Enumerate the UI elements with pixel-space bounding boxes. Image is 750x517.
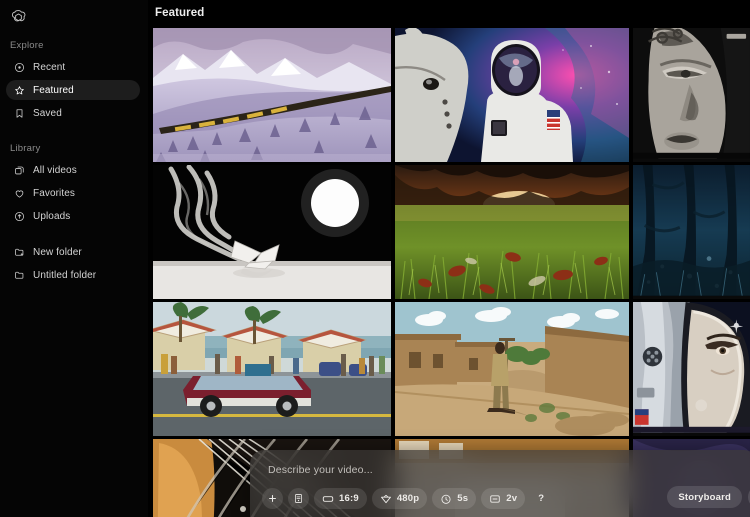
sidebar-item-label: All videos xyxy=(33,164,77,176)
resolution-button[interactable]: 480p xyxy=(371,488,428,509)
page-title: Featured xyxy=(155,7,205,19)
duration-label: 5s xyxy=(457,493,469,504)
sidebar-item-label: Favorites xyxy=(33,187,76,199)
plus-icon xyxy=(267,493,279,505)
clock-recent-icon xyxy=(13,61,25,73)
main-content: Featured Describe your video... 16:9 480… xyxy=(148,0,750,517)
variations-button[interactable]: 2v xyxy=(481,488,526,509)
sidebar-heading-library: Library xyxy=(10,143,41,154)
sidebar-item-label: Saved xyxy=(33,107,62,119)
desert-village-walk-thumbnail xyxy=(395,302,629,436)
stack-videos-icon xyxy=(13,164,25,176)
duration-button[interactable]: 5s xyxy=(432,488,477,509)
video-tile-paper-crane-smoke[interactable] xyxy=(153,165,391,299)
sidebar-item-new-folder[interactable]: New folder xyxy=(6,242,140,262)
sidebar-item-untitled-folder[interactable]: Untitled folder xyxy=(6,265,140,285)
astronaut-portrait-thumbnail xyxy=(633,302,750,433)
astronaut-horse-thumbnail xyxy=(395,28,629,162)
sidebar-item-uploads[interactable]: Uploads xyxy=(6,206,140,226)
prompt-input[interactable] xyxy=(268,464,568,476)
sidebar: Explore Recent Featured Saved Library Al… xyxy=(0,0,148,517)
resolution-label: 480p xyxy=(396,493,420,504)
aspect-icon xyxy=(322,493,334,505)
video-tile-desert-village-walk[interactable] xyxy=(395,302,629,436)
prompt-actions: Storyboard xyxy=(667,485,750,509)
preset-selector-button[interactable] xyxy=(288,488,309,509)
video-tile-blue-forest-night[interactable] xyxy=(633,165,750,299)
help-button[interactable]: ? xyxy=(530,488,552,509)
sidebar-section-explore: Explore Recent Featured Saved xyxy=(0,40,148,126)
star-icon xyxy=(13,84,25,96)
video-tile-astronaut-portrait[interactable] xyxy=(633,302,750,436)
prompt-controls: 16:9 480p 5s 2v ? xyxy=(262,488,552,509)
folder-plus-icon xyxy=(13,246,25,258)
sidebar-item-label: Featured xyxy=(33,84,74,96)
variations-label: 2v xyxy=(506,493,518,504)
sidebar-item-label: New folder xyxy=(33,246,82,258)
sidebar-item-label: Uploads xyxy=(33,210,71,222)
openai-logo[interactable] xyxy=(8,7,28,27)
sidebar-item-recent[interactable]: Recent xyxy=(6,57,140,77)
stopwatch-icon xyxy=(440,493,452,505)
stone-buddha-face-thumbnail xyxy=(633,28,750,159)
snow-mountain-train-thumbnail xyxy=(153,28,391,162)
bookmark-icon xyxy=(13,107,25,119)
sidebar-item-label: Recent xyxy=(33,61,66,73)
question-icon: ? xyxy=(538,493,545,504)
prompt-bar: 16:9 480p 5s xyxy=(250,450,750,517)
seaside-market-car-thumbnail xyxy=(153,302,391,436)
aspect-ratio-button[interactable]: 16:9 xyxy=(314,488,367,509)
card-list-icon xyxy=(293,493,305,505)
sidebar-item-featured[interactable]: Featured xyxy=(6,80,140,100)
folder-icon xyxy=(13,269,25,281)
upload-icon xyxy=(13,210,25,222)
paper-crane-smoke-thumbnail xyxy=(153,165,391,299)
sidebar-item-label: Untitled folder xyxy=(33,269,97,281)
sidebar-item-saved[interactable]: Saved xyxy=(6,103,140,123)
video-tile-autumn-grass-sunset[interactable] xyxy=(395,165,629,299)
heart-icon xyxy=(13,187,25,199)
video-tile-stone-buddha-face[interactable] xyxy=(633,28,750,162)
sidebar-item-all-videos[interactable]: All videos xyxy=(6,160,140,180)
add-attachment-button[interactable] xyxy=(262,488,283,509)
sora-app-window: Explore Recent Featured Saved Library Al… xyxy=(0,0,750,517)
autumn-grass-sunset-thumbnail xyxy=(395,165,629,299)
blue-forest-night-thumbnail xyxy=(633,165,750,296)
sidebar-heading-explore: Explore xyxy=(10,40,44,51)
video-tile-snow-mountain-train[interactable] xyxy=(153,28,391,162)
video-grid xyxy=(153,28,750,517)
video-tile-astronaut-horse[interactable] xyxy=(395,28,629,162)
sidebar-section-library: Library All videos Favorites Uploads New… xyxy=(0,143,148,288)
variations-icon xyxy=(489,493,501,505)
video-tile-seaside-market-car[interactable] xyxy=(153,302,391,436)
storyboard-button[interactable]: Storyboard xyxy=(667,486,742,508)
aspect-ratio-label: 16:9 xyxy=(339,493,359,504)
sidebar-item-favorites[interactable]: Favorites xyxy=(6,183,140,203)
diamond-icon xyxy=(380,493,392,505)
